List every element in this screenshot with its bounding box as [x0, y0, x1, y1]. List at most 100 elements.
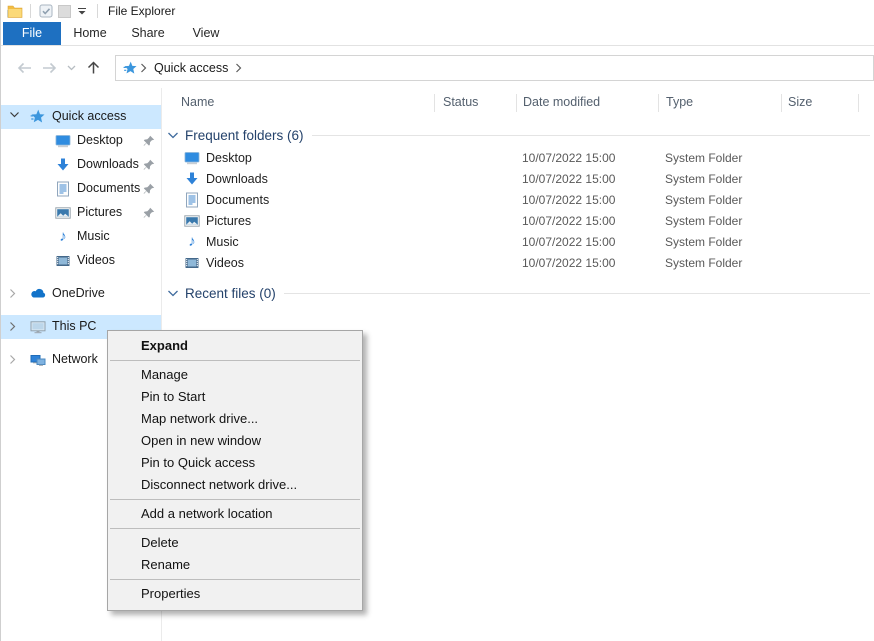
chevron-right-icon[interactable] — [9, 288, 17, 299]
file-explorer-icon[interactable] — [6, 2, 24, 20]
context-menu: Expand Manage Pin to Start Map network d… — [107, 330, 363, 611]
file-row-music[interactable]: ♪ Music 10/07/2022 15:00 System Folder — [162, 232, 874, 253]
this-pc-monitor-icon — [30, 319, 46, 335]
breadcrumb-location[interactable]: Quick access — [154, 61, 228, 75]
file-name: Pictures — [206, 214, 251, 228]
back-icon[interactable] — [11, 61, 37, 75]
properties-check-icon[interactable] — [37, 2, 55, 20]
file-explorer-window: File Explorer File Home Share View — [0, 0, 874, 641]
ribbon-tab-bar: File Home Share View — [1, 22, 874, 46]
column-divider[interactable] — [781, 94, 782, 112]
pictures-icon — [55, 205, 71, 221]
sidebar-item-pictures[interactable]: Pictures — [1, 201, 161, 225]
group-header-frequent-folders[interactable]: Frequent folders (6) — [167, 126, 870, 144]
toolbar-separator — [97, 4, 98, 18]
sidebar-item-label: Documents — [77, 181, 140, 195]
breadcrumb-chevron-icon[interactable] — [235, 63, 242, 73]
file-type: System Folder — [665, 151, 742, 165]
tab-file[interactable]: File — [3, 22, 61, 45]
file-type: System Folder — [665, 214, 742, 228]
downloads-icon — [55, 157, 71, 173]
sidebar-item-onedrive[interactable]: OneDrive — [1, 282, 161, 306]
file-name: Documents — [206, 193, 269, 207]
navigation-bar: Quick access — [1, 47, 874, 88]
customize-quick-access-toolbar-icon[interactable] — [73, 2, 91, 20]
sidebar-item-documents[interactable]: Documents — [1, 177, 161, 201]
column-divider[interactable] — [434, 94, 435, 112]
sidebar-item-quick-access[interactable]: Quick access — [1, 105, 161, 129]
sidebar-item-downloads[interactable]: Downloads — [1, 153, 161, 177]
downloads-icon — [184, 171, 200, 187]
videos-film-icon — [184, 255, 200, 271]
column-header-name[interactable]: Name — [181, 95, 214, 109]
up-icon[interactable] — [79, 60, 107, 75]
column-header-status[interactable]: Status — [443, 95, 478, 109]
file-date-modified: 10/07/2022 15:00 — [522, 193, 615, 207]
sidebar-item-music[interactable]: ♪ Music — [1, 225, 161, 249]
file-name: Desktop — [206, 151, 252, 165]
file-row-videos[interactable]: Videos 10/07/2022 15:00 System Folder — [162, 253, 874, 274]
onedrive-cloud-icon — [30, 286, 46, 302]
column-header-date-modified[interactable]: Date modified — [523, 95, 600, 109]
menu-separator — [110, 579, 360, 580]
recent-locations-chevron-icon[interactable] — [63, 65, 79, 71]
forward-icon[interactable] — [37, 61, 63, 75]
context-menu-item-disconnect-network-drive[interactable]: Disconnect network drive... — [108, 474, 362, 496]
file-row-documents[interactable]: Documents 10/07/2022 15:00 System Folder — [162, 190, 874, 211]
group-title: Recent files (0) — [185, 286, 276, 301]
blank-icon[interactable] — [55, 2, 73, 20]
pin-icon — [143, 159, 155, 171]
quick-access-star-icon — [30, 109, 46, 125]
column-header-size[interactable]: Size — [788, 95, 812, 109]
sidebar-item-label: Music — [77, 229, 110, 243]
chevron-right-icon[interactable] — [9, 321, 17, 332]
documents-icon — [184, 192, 200, 208]
quick-access-star-icon — [123, 61, 137, 75]
sidebar-item-label: Desktop — [77, 133, 123, 147]
tab-view[interactable]: View — [177, 22, 235, 45]
tab-home[interactable]: Home — [61, 22, 119, 45]
sidebar-item-desktop[interactable]: Desktop — [1, 129, 161, 153]
menu-separator — [110, 360, 360, 361]
tab-share[interactable]: Share — [119, 22, 177, 45]
context-menu-item-expand[interactable]: Expand — [108, 335, 362, 357]
context-menu-item-open-in-new-window[interactable]: Open in new window — [108, 430, 362, 452]
file-row-downloads[interactable]: Downloads 10/07/2022 15:00 System Folder — [162, 169, 874, 190]
chevron-right-icon[interactable] — [9, 354, 17, 365]
chevron-down-icon[interactable] — [167, 289, 179, 298]
sidebar-item-label: Videos — [77, 253, 115, 267]
context-menu-item-pin-to-quick-access[interactable]: Pin to Quick access — [108, 452, 362, 474]
context-menu-item-rename[interactable]: Rename — [108, 554, 362, 576]
file-row-pictures[interactable]: Pictures 10/07/2022 15:00 System Folder — [162, 211, 874, 232]
window-title: File Explorer — [108, 4, 175, 18]
context-menu-item-map-network-drive[interactable]: Map network drive... — [108, 408, 362, 430]
file-name: Music — [206, 235, 239, 249]
context-menu-item-add-a-network-location[interactable]: Add a network location — [108, 503, 362, 525]
address-bar[interactable]: Quick access — [115, 55, 874, 81]
context-menu-item-properties[interactable]: Properties — [108, 583, 362, 605]
desktop-icon — [184, 150, 200, 166]
network-icon — [30, 352, 46, 368]
toolbar-separator — [30, 4, 31, 18]
videos-film-icon — [55, 253, 71, 269]
file-type: System Folder — [665, 172, 742, 186]
chevron-down-icon[interactable] — [167, 131, 179, 140]
context-menu-item-pin-to-start[interactable]: Pin to Start — [108, 386, 362, 408]
column-header-type[interactable]: Type — [666, 95, 693, 109]
pin-icon — [143, 135, 155, 147]
column-divider[interactable] — [858, 94, 859, 112]
column-divider[interactable] — [658, 94, 659, 112]
pin-icon — [143, 207, 155, 219]
chevron-down-icon[interactable] — [9, 111, 20, 119]
group-rule — [312, 135, 870, 136]
context-menu-item-delete[interactable]: Delete — [108, 532, 362, 554]
context-menu-item-manage[interactable]: Manage — [108, 364, 362, 386]
sidebar-item-videos[interactable]: Videos — [1, 249, 161, 273]
breadcrumb-chevron-icon[interactable] — [140, 63, 147, 73]
group-header-recent-files[interactable]: Recent files (0) — [167, 284, 870, 302]
group-rule — [284, 293, 870, 294]
column-divider[interactable] — [516, 94, 517, 112]
frequent-folders-list: Desktop 10/07/2022 15:00 System Folder D… — [162, 148, 874, 274]
file-date-modified: 10/07/2022 15:00 — [522, 214, 615, 228]
file-row-desktop[interactable]: Desktop 10/07/2022 15:00 System Folder — [162, 148, 874, 169]
